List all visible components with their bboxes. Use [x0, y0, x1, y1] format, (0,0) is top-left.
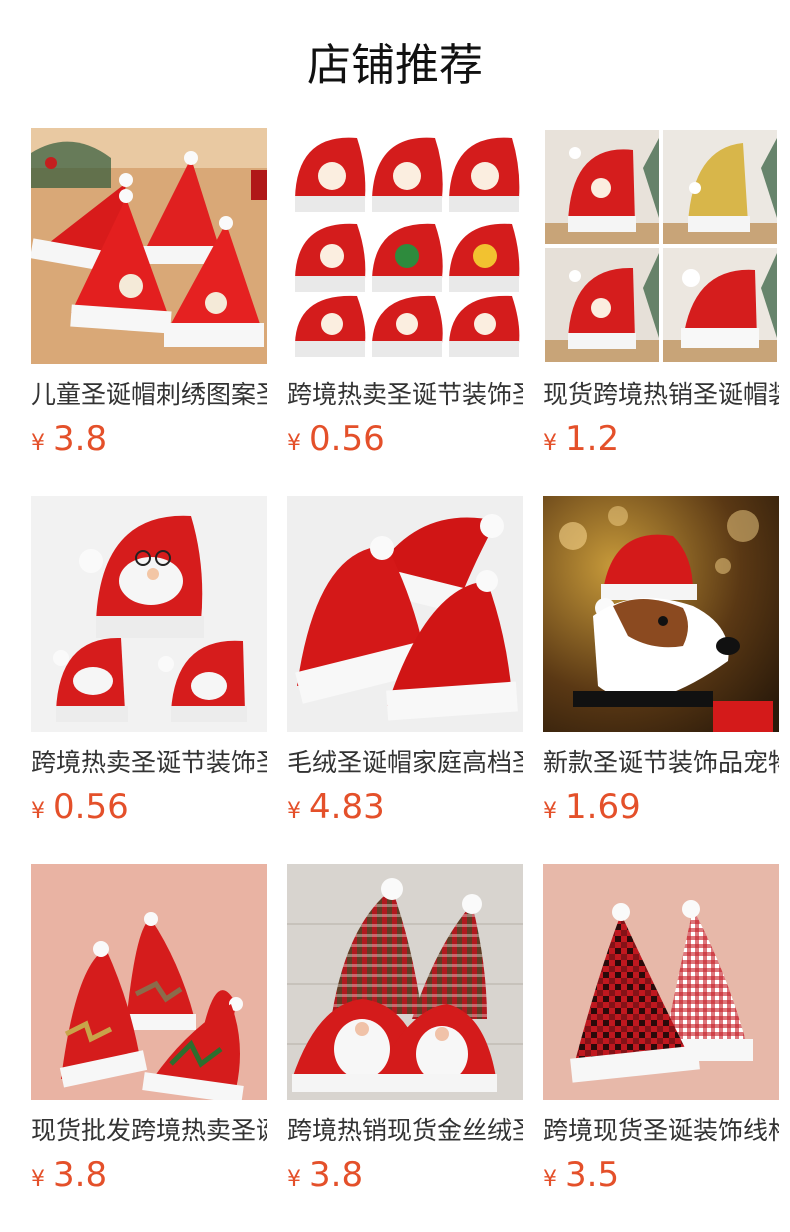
product-name[interactable]: 现货批发跨境热卖圣诞帽 [31, 1115, 267, 1147]
product-card[interactable]: 儿童圣诞帽刺绣图案圣诞帽 ¥3.8 [31, 128, 267, 496]
product-grid: 儿童圣诞帽刺绣图案圣诞帽 ¥3.8 跨境 [31, 128, 779, 1232]
currency-symbol: ¥ [287, 431, 301, 456]
currency-symbol: ¥ [287, 799, 301, 824]
product-image[interactable] [287, 496, 523, 732]
product-name[interactable]: 儿童圣诞帽刺绣图案圣诞帽 [31, 379, 267, 411]
currency-symbol: ¥ [31, 1167, 45, 1192]
product-image[interactable] [31, 864, 267, 1100]
product-image[interactable] [287, 128, 523, 364]
product-card[interactable]: 现货跨境热销圣诞帽装饰 ¥1.2 [543, 128, 779, 496]
price-amount: 3.8 [309, 1155, 364, 1195]
currency-symbol: ¥ [31, 799, 45, 824]
price-amount: 1.2 [565, 419, 620, 459]
currency-symbol: ¥ [287, 1167, 301, 1192]
product-image[interactable] [287, 864, 523, 1100]
price-amount: 4.83 [309, 787, 385, 827]
product-image[interactable] [31, 128, 267, 364]
product-image[interactable] [543, 496, 779, 732]
product-name[interactable]: 跨境现货圣诞装饰线格圣诞帽 [543, 1115, 779, 1147]
product-price: ¥3.5 [543, 1155, 779, 1201]
price-amount: 3.8 [53, 419, 108, 459]
currency-symbol: ¥ [543, 799, 557, 824]
product-card[interactable]: 跨境现货圣诞装饰线格圣诞帽 ¥3.5 [543, 864, 779, 1232]
product-image[interactable] [543, 128, 779, 364]
page-title: 店铺推荐 [307, 40, 483, 91]
price-amount: 0.56 [309, 419, 385, 459]
price-amount: 1.69 [565, 787, 641, 827]
product-price: ¥3.8 [287, 1155, 523, 1201]
product-image[interactable] [543, 864, 779, 1100]
product-image[interactable] [31, 496, 267, 732]
product-price: ¥1.2 [543, 419, 779, 465]
product-name[interactable]: 新款圣诞节装饰品宠物圣诞帽 [543, 747, 779, 779]
price-amount: 3.5 [565, 1155, 620, 1195]
product-card[interactable]: 新款圣诞节装饰品宠物圣诞帽 ¥1.69 [543, 496, 779, 864]
product-name[interactable]: 毛绒圣诞帽家庭高档圣诞帽 [287, 747, 523, 779]
currency-symbol: ¥ [543, 1167, 557, 1192]
product-name[interactable]: 跨境热销现货金丝绒圣诞帽 [287, 1115, 523, 1147]
price-amount: 0.56 [53, 787, 129, 827]
product-price: ¥0.56 [287, 419, 523, 465]
product-card[interactable]: 跨境热卖圣诞节装饰圣诞帽 ¥0.56 [287, 128, 523, 496]
product-price: ¥1.69 [543, 787, 779, 833]
currency-symbol: ¥ [543, 431, 557, 456]
product-price: ¥3.8 [31, 1155, 267, 1201]
product-card[interactable]: 跨境热销现货金丝绒圣诞帽 ¥3.8 [287, 864, 523, 1232]
product-name[interactable]: 现货跨境热销圣诞帽装饰 [543, 379, 779, 411]
product-name[interactable]: 跨境热卖圣诞节装饰圣诞帽 [31, 747, 267, 779]
product-card[interactable]: 毛绒圣诞帽家庭高档圣诞帽 ¥4.83 [287, 496, 523, 864]
currency-symbol: ¥ [31, 431, 45, 456]
product-price: ¥0.56 [31, 787, 267, 833]
price-amount: 3.8 [53, 1155, 108, 1195]
product-card[interactable]: 跨境热卖圣诞节装饰圣诞帽 ¥0.56 [31, 496, 267, 864]
product-price: ¥4.83 [287, 787, 523, 833]
product-price: ¥3.8 [31, 419, 267, 465]
product-name[interactable]: 跨境热卖圣诞节装饰圣诞帽 [287, 379, 523, 411]
product-card[interactable]: 现货批发跨境热卖圣诞帽 ¥3.8 [31, 864, 267, 1232]
